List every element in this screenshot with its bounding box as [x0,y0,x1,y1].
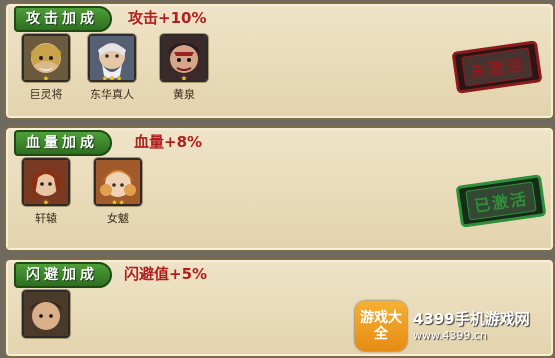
hero-portrait: ★ [22,34,70,82]
hero-card[interactable]: ★ 巨灵将 [20,34,72,102]
star-rating: ★ [42,74,50,82]
watermark-text: 4399手机游戏网 www.4399.cn [413,309,530,343]
hero-name: 巨灵将 [29,88,63,101]
panel-title: 攻击加成 [14,6,112,32]
hero-portrait: ★★ [94,158,142,206]
watermark-title: 4399手机游戏网 [413,310,530,328]
hero-card[interactable]: ★ 黄泉 [158,34,210,102]
hero-card[interactable]: ★★★ 东华真人 [86,34,138,102]
attack-bonus-panel: 攻击加成 攻击+10% ★ 巨灵将 ★★★ 东华真人 ★ 黄泉 未激活 [4,2,555,120]
hero-card[interactable]: ★ 轩辕 [20,158,72,226]
panel-title: 闪避加成 [14,262,112,288]
bonus-value: 攻击+10% [128,9,207,27]
status-label: 已激活 [465,181,537,221]
site-watermark: 游戏大全 4399手机游戏网 www.4399.cn [355,300,549,352]
panel-title: 血量加成 [14,130,112,156]
hero-portrait: ★★★ [88,34,136,82]
star-rating: ★ [42,198,50,206]
hero-name: 女魃 [107,212,129,225]
watermark-url: www.4399.cn [413,329,487,342]
status-label: 未激活 [461,47,533,87]
hero-name: 轩辕 [35,212,57,225]
bonus-value: 闪避值+5% [124,265,208,283]
star-rating: ★★ [110,198,126,206]
bonus-value: 血量+8% [134,133,203,151]
hero-name: 东华真人 [90,88,134,101]
hero-name: 黄泉 [173,88,195,101]
watermark-logo: 游戏大全 [355,301,407,351]
hero-card[interactable]: ★★ 女魃 [92,158,144,226]
star-rating: ★ [180,74,188,82]
inactive-stamp: 未激活 [451,40,543,94]
hero-portrait: ★ [22,158,70,206]
active-stamp: 已激活 [455,174,547,228]
star-rating: ★★★ [101,74,123,82]
hero-portrait: ★ [160,34,208,82]
hero-card[interactable] [20,290,72,342]
hp-bonus-panel: 血量加成 血量+8% ★ 轩辕 ★★ 女魃 已激活 [4,126,555,252]
hero-portrait [22,290,70,338]
